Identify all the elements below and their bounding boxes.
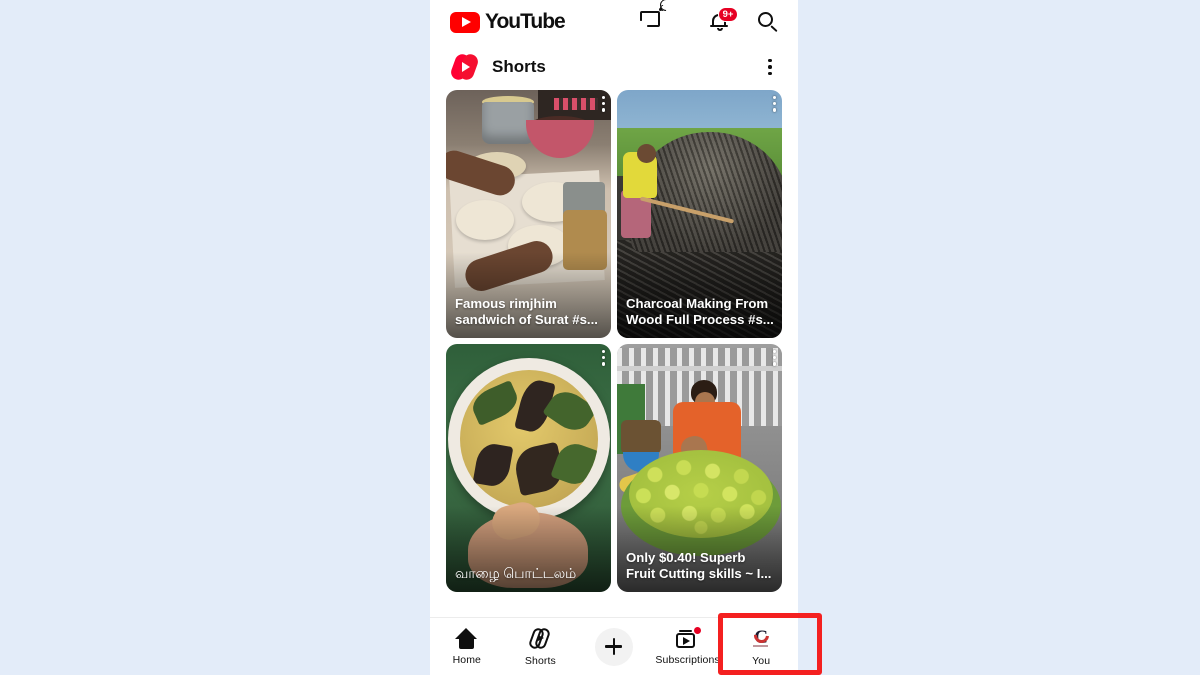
youtube-play-icon: [450, 11, 480, 33]
video-more-options-icon[interactable]: [772, 350, 776, 366]
youtube-logo[interactable]: YouTube: [450, 10, 566, 34]
phone-screen: YouTube 9+ Shorts Famous rimjhim sandwic…: [430, 0, 798, 675]
nav-item-subscriptions[interactable]: Subscriptions: [651, 618, 725, 675]
shorts-card[interactable]: வாழை பொட்டலம்: [446, 344, 611, 592]
shorts-card[interactable]: Charcoal Making From Wood Full Process #…: [617, 90, 782, 338]
home-icon: [455, 627, 478, 649]
appbar-actions: 9+: [640, 0, 780, 34]
video-more-options-icon[interactable]: [601, 350, 605, 366]
shorts-icon: [527, 626, 552, 650]
nav-label-shorts: Shorts: [524, 654, 556, 667]
subscriptions-badge-dot: [693, 625, 703, 635]
video-more-options-icon[interactable]: [601, 96, 605, 112]
shorts-card[interactable]: Only $0.40! Superb Fruit Cutting skills …: [617, 344, 782, 592]
shorts-section-header: Shorts: [430, 44, 798, 90]
shorts-title: வாழை பொட்டலம்: [455, 565, 577, 581]
nav-item-create[interactable]: [577, 618, 651, 675]
shorts-more-options-icon[interactable]: [760, 56, 780, 78]
create-plus-icon: [594, 627, 633, 666]
youtube-wordmark: YouTube: [485, 10, 566, 33]
shorts-title: Only $0.40! Superb Fruit Cutting skills …: [626, 549, 772, 582]
nav-item-shorts[interactable]: Shorts: [504, 618, 578, 675]
subscriptions-icon: [675, 625, 703, 649]
nav-label-home: Home: [452, 653, 481, 666]
nav-label-subscriptions: Subscriptions: [655, 653, 720, 666]
shorts-grid: Famous rimjhim sandwich of Surat #s... C…: [430, 90, 798, 592]
cast-button[interactable]: [640, 0, 684, 34]
shorts-section-title: Shorts: [492, 57, 546, 76]
search-button[interactable]: [756, 10, 780, 34]
shorts-logo-icon: [449, 52, 480, 82]
nav-item-home[interactable]: Home: [430, 618, 504, 675]
shorts-title: Charcoal Making From Wood Full Process #…: [626, 295, 774, 328]
nav-label-you: You: [752, 655, 771, 667]
app-bar: YouTube 9+: [430, 0, 798, 44]
nav-item-you[interactable]: C You: [724, 618, 798, 675]
screenshot-canvas: YouTube 9+ Shorts Famous rimjhim sandwic…: [0, 0, 1200, 675]
video-more-options-icon[interactable]: [772, 96, 776, 112]
bottom-navigation-bar: Home Shorts Subscriptions C You: [430, 617, 798, 675]
shorts-card[interactable]: Famous rimjhim sandwich of Surat #s...: [446, 90, 611, 338]
account-avatar: C: [749, 626, 774, 650]
notifications-button[interactable]: 9+: [708, 7, 738, 34]
shorts-title: Famous rimjhim sandwich of Surat #s...: [455, 295, 598, 328]
notification-badge: 9+: [718, 7, 738, 22]
